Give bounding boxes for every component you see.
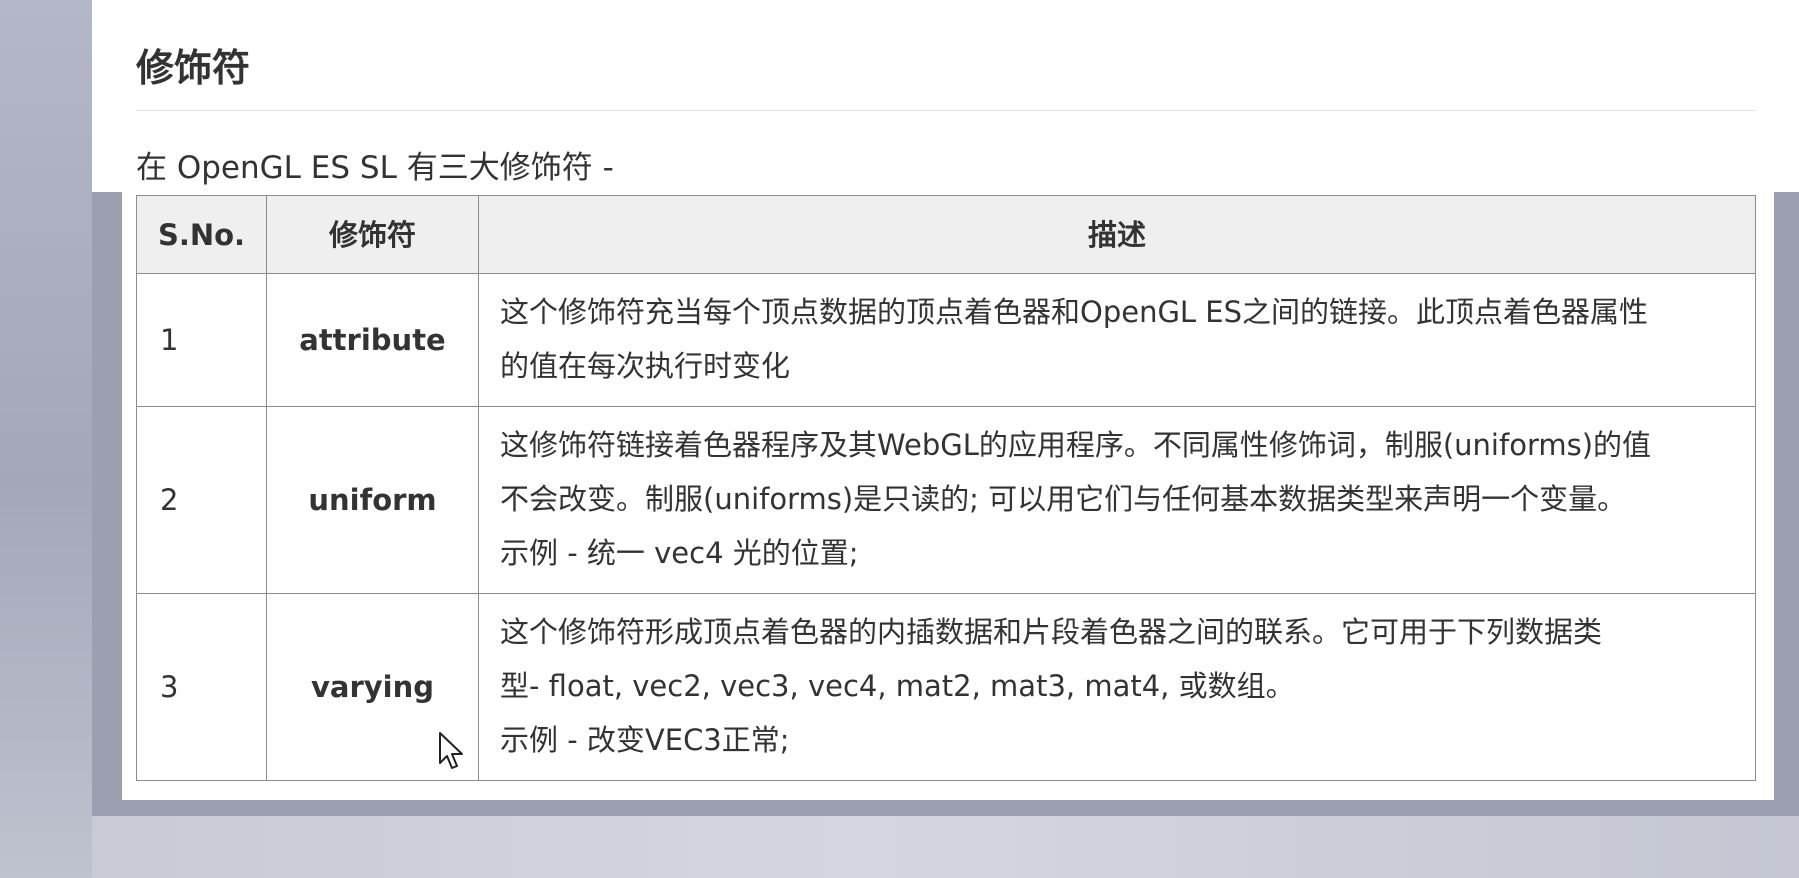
cell-sno: 2 <box>136 406 267 594</box>
intro-text: 在 OpenGL ES SL 有三大修饰符 - <box>136 150 614 186</box>
header-modifier: 修饰符 <box>266 195 479 274</box>
table-row: 2 uniform 这修饰符链接着色器程序及其WebGL的应用程序。不同属性修饰… <box>136 406 1756 594</box>
section-title: 修饰符 <box>136 46 251 90</box>
description-line: 这个修饰符形成顶点着色器的内插数据和片段着色器之间的联系。它可用于下列数据类 <box>500 615 1603 649</box>
description-line: 的值在每次执行时变化 <box>500 349 791 383</box>
header-description: 描述 <box>478 195 1756 274</box>
description-line: 这个修饰符充当每个顶点数据的顶点着色器和OpenGL ES之间的链接。此顶点着色… <box>500 295 1649 329</box>
table-header-row: S.No. 修饰符 描述 <box>136 195 1756 274</box>
left-backdrop <box>0 0 92 878</box>
cell-modifier: uniform <box>266 406 479 594</box>
cell-sno: 3 <box>136 593 267 781</box>
description-line: 不会改变。制服(uniforms)是只读的; 可以用它们与任何基本数据类型来声明… <box>500 482 1627 516</box>
title-divider <box>136 110 1756 111</box>
mouse-cursor-icon <box>439 732 463 769</box>
cell-description: 这个修饰符充当每个顶点数据的顶点着色器和OpenGL ES之间的链接。此顶点着色… <box>478 273 1756 407</box>
cell-description: 这修饰符链接着色器程序及其WebGL的应用程序。不同属性修饰词，制服(unifo… <box>478 406 1756 594</box>
modifiers-table: S.No. 修饰符 描述 1 attribute 这个修饰符充当每个顶点数据的顶… <box>136 195 1756 781</box>
description-line: 示例 - 改变VEC3正常; <box>500 723 790 757</box>
table-row: 1 attribute 这个修饰符充当每个顶点数据的顶点着色器和OpenGL E… <box>136 273 1756 407</box>
cell-description: 这个修饰符形成顶点着色器的内插数据和片段着色器之间的联系。它可用于下列数据类 型… <box>478 593 1756 781</box>
header-sno: S.No. <box>136 195 267 274</box>
description-line: 型- float, vec2, vec3, vec4, mat2, mat3, … <box>500 669 1295 703</box>
description-line: 示例 - 统一 vec4 光的位置; <box>500 536 859 570</box>
description-line: 这修饰符链接着色器程序及其WebGL的应用程序。不同属性修饰词，制服(unifo… <box>500 428 1652 462</box>
cell-modifier: attribute <box>266 273 479 407</box>
cell-sno: 1 <box>136 273 267 407</box>
bottom-backdrop <box>92 816 1799 878</box>
table-row: 3 varying 这个修饰符形成顶点着色器的内插数据和片段着色器之间的联系。它… <box>136 593 1756 781</box>
